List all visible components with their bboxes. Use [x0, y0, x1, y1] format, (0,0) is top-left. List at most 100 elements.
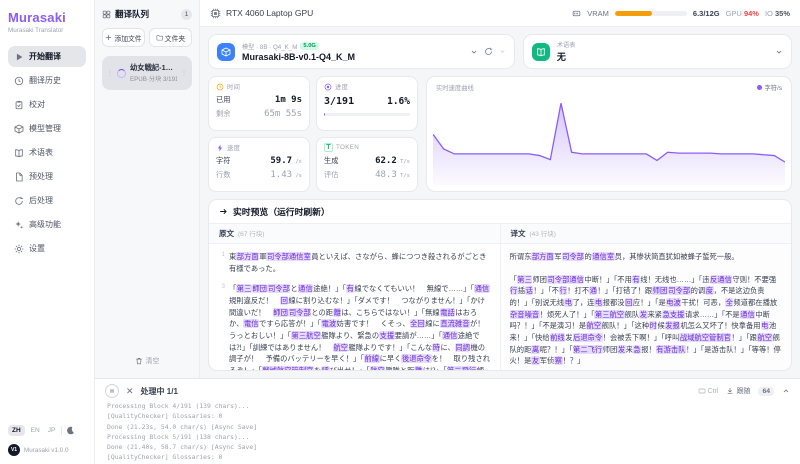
pause-button[interactable]: [105, 384, 119, 398]
glossary-label: 术语表: [556, 42, 576, 49]
stop-button[interactable]: ✕: [126, 386, 134, 397]
token-card-title: TOKEN: [336, 144, 360, 151]
vram-progress-fill: [614, 10, 653, 16]
progress-bar-fill: [324, 113, 326, 116]
sidebar-item-postprocess[interactable]: 后处理: [8, 190, 86, 211]
target-header-label: 译文: [510, 229, 526, 238]
target-icon: [324, 83, 332, 90]
chevron-down-icon[interactable]: [470, 48, 478, 56]
glossary-select-card[interactable]: 术语表 无: [522, 34, 792, 69]
time-left-label: 剩余: [216, 109, 231, 118]
speed-card: 速度 字符 59.7 /s 行数 1.43 /s: [208, 137, 310, 192]
sidebar-item-preprocess[interactable]: 预处理: [8, 166, 86, 187]
sidebar-item-label: 预处理: [29, 172, 53, 181]
clear-queue-button[interactable]: 清空: [102, 352, 192, 370]
chart-title: 实时速度曲线: [436, 85, 474, 92]
sidebar-item-model-manage[interactable]: 模型管理: [8, 118, 86, 139]
speed-line-chart: [433, 95, 785, 185]
io-usage: IO 35%: [764, 8, 790, 18]
glossary-select-value[interactable]: 无: [557, 50, 768, 63]
follow-toggle[interactable]: 跟随: [726, 386, 750, 396]
sidebar-item-history[interactable]: 翻译历史: [8, 70, 86, 91]
log-count-badge: 64: [758, 386, 774, 396]
time-left-value: 65m 55s: [264, 109, 302, 119]
lightning-icon: [217, 144, 223, 151]
line-speed-value: 1.43 /s: [270, 170, 302, 180]
add-folder-label: 文件夹: [164, 35, 186, 43]
token-eval-label: 评估: [324, 170, 339, 179]
source-column-header: 原文 (67 行块): [209, 224, 500, 243]
source-line-count: (67 行块): [238, 231, 265, 238]
line-number: 3: [221, 284, 225, 291]
char-speed-value: 59.7 /s: [270, 156, 302, 166]
log-output[interactable]: Processing Block 4/191 (139 chars)... [Q…: [95, 401, 800, 464]
chevron-down-icon[interactable]: [775, 48, 783, 56]
progress-value: 3/191: [324, 96, 355, 107]
clipboard-icon: [15, 100, 23, 109]
chevron-up-icon[interactable]: [782, 387, 790, 395]
log-line: [QualityChecker] Glossaries: 0: [107, 412, 223, 421]
book-icon: [15, 148, 23, 157]
vram-value: 6.3/12G: [692, 8, 720, 18]
task-title: 幼女戦記-1…: [130, 63, 173, 72]
token-eval-value: 48.3 T/s: [375, 170, 410, 180]
line-number: 1: [221, 252, 225, 258]
clear-queue-label: 清空: [145, 358, 160, 365]
time-card: 时间 已用 1m 9s 剩余 65m 55s: [208, 76, 310, 131]
translation-queue-panel: 翻译队列 1 添加文件 文件夹 ⋮ 幼女戦記-1… EPUB·分块 3/19 ⋮…: [95, 0, 200, 378]
moon-icon[interactable]: [66, 426, 75, 435]
target-paragraph-text: 所谓东部方面军司令部的通信室员，其惨状简直犹如被蜂子蜇死一般。: [509, 252, 739, 261]
app-window: Murasaki Murasaki Translator 开始翻译 翻译历史 校…: [0, 0, 800, 464]
token-gen-label: 生成: [324, 156, 339, 165]
play-icon: [16, 53, 23, 60]
progress-card: 进度 3/191 1.6%: [316, 76, 418, 131]
vram-icon: [572, 10, 581, 16]
refresh-icon[interactable]: [484, 47, 493, 56]
sidebar-item-proofread[interactable]: 校对: [8, 94, 86, 115]
app-logo: Murasaki: [8, 10, 66, 25]
target-text-pane[interactable]: 所谓东部方面军司令部的通信室员，其惨状简直犹如被蜂子蜇死一般。 「第三师团司令部…: [499, 244, 791, 370]
lang-en-button[interactable]: EN: [29, 425, 42, 436]
add-folder-button[interactable]: 文件夹: [149, 28, 192, 47]
keyboard-icon: [698, 388, 705, 394]
lang-zh-button[interactable]: ZH: [8, 425, 25, 436]
sidebar-footer: ZH EN JP V1 Murasaki v1.0.0: [8, 425, 86, 456]
model-icon: [217, 42, 235, 61]
source-text-pane[interactable]: 1 東部方面軍司令部通信室員といえば、さながら、蜂につつき殺されるがごとき有様で…: [209, 244, 500, 370]
sidebar-item-label: 术语表: [29, 148, 53, 157]
sidebar-item-start-translate[interactable]: 开始翻译: [8, 46, 86, 67]
sidebar-item-advanced[interactable]: 高级功能: [8, 214, 86, 235]
add-file-button[interactable]: 添加文件: [102, 28, 145, 47]
spinner-icon: [117, 68, 126, 78]
drag-handle-icon[interactable]: ⋮: [107, 70, 113, 77]
gpu-chip-icon: [210, 8, 221, 18]
model-label: 模型 · 8B · Q4_K_M: [242, 43, 298, 51]
sidebar-item-glossary[interactable]: 术语表: [8, 142, 86, 163]
trash-icon: [135, 358, 142, 365]
progress-card-title: 进度: [335, 84, 349, 91]
task-more-icon[interactable]: ⋮: [181, 70, 187, 77]
chevron-small-icon[interactable]: [499, 48, 506, 55]
version-row: V1 Murasaki v1.0.0: [8, 444, 86, 456]
log-panel: ✕ 处理中 1/1 Ctrl 跟随 64 Processing Block 4/…: [95, 378, 800, 464]
sidebar-item-label: 设置: [29, 244, 45, 253]
arrow-down-icon: [728, 388, 733, 394]
model-select-card[interactable]: 模型 · 8B · Q4_K_M 5.0G Murasaki-8B-v0.1-Q…: [208, 34, 515, 69]
line-speed-label: 行数: [216, 170, 231, 179]
queue-task-item[interactable]: ⋮ 幼女戦記-1… EPUB·分块 3/191… ⋮: [102, 56, 192, 90]
source-paragraph-text: 東部方面軍司令部通信室員といえば、さながら、蜂につつき殺されるがごとき有様であっ…: [229, 252, 487, 273]
sidebar-item-label: 校对: [29, 100, 45, 109]
char-speed-label: 字符: [216, 156, 231, 165]
task-subtitle: EPUB·分块 3/191…: [130, 76, 177, 83]
queue-count-badge: 1: [181, 8, 192, 20]
plus-icon: [106, 34, 112, 41]
glossary-icon: [531, 42, 550, 61]
progress-bar: [324, 113, 410, 116]
sidebar-item-settings[interactable]: 设置: [8, 238, 86, 259]
model-select-value[interactable]: Murasaki-8B-v0.1-Q4_K_M: [242, 52, 463, 62]
sidebar-nav: 开始翻译 翻译历史 校对 模型管理 术语表 预处理 后处理 高级功能 设置: [8, 46, 86, 259]
sidebar-item-label: 高级功能: [29, 220, 61, 229]
time-used-value: 1m 9s: [274, 95, 302, 105]
lang-jp-button[interactable]: JP: [46, 425, 58, 436]
queue-title: 翻译队列: [115, 9, 150, 19]
